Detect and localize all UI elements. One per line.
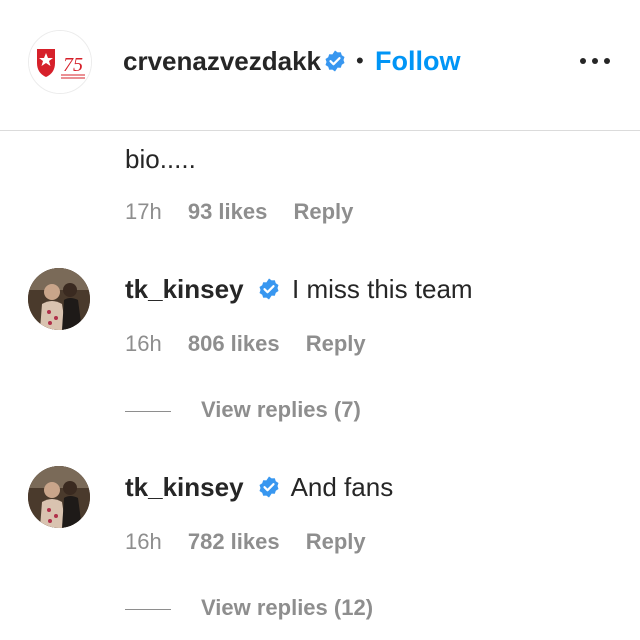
comment-body: I miss this team: [292, 274, 473, 304]
account-username[interactable]: crvenazvezdakk: [123, 44, 321, 78]
comment-likes[interactable]: 782 likes: [188, 529, 280, 554]
comment-time: 16h: [125, 331, 162, 356]
club-avatar[interactable]: 75: [28, 30, 92, 94]
comment-time: 17h: [125, 199, 162, 224]
avatar[interactable]: [28, 466, 90, 528]
reply-button[interactable]: Reply: [306, 529, 366, 554]
view-replies-label: View replies (7): [201, 397, 361, 422]
more-options-icon[interactable]: [580, 58, 610, 66]
comment-text: tk_kinsey And fans: [125, 470, 393, 504]
comments-screen: bio..... 17h 93 likes Reply tk_kinsey I …: [0, 0, 640, 640]
verified-badge-icon: [259, 278, 279, 300]
comment-body: bio.....: [125, 144, 196, 174]
comment-text: bio.....: [125, 142, 196, 176]
comment-body: And fans: [290, 472, 394, 502]
verified-badge-icon: [259, 476, 279, 498]
comment-meta: 17h 93 likes Reply: [125, 198, 373, 226]
follow-button[interactable]: Follow: [375, 44, 460, 78]
view-replies-button[interactable]: View replies (12): [125, 594, 373, 622]
comment-likes[interactable]: 93 likes: [188, 199, 268, 224]
reply-button[interactable]: Reply: [293, 199, 353, 224]
anniversary-number: 75: [63, 54, 83, 76]
comment-author[interactable]: tk_kinsey: [125, 274, 244, 304]
verified-badge-icon: [325, 50, 345, 72]
divider-line: [125, 410, 171, 412]
view-replies-button[interactable]: View replies (7): [125, 396, 361, 424]
comment-likes[interactable]: 806 likes: [188, 331, 280, 356]
comment-meta: 16h 806 likes Reply: [125, 330, 386, 358]
comment-meta: 16h 782 likes Reply: [125, 528, 386, 556]
avatar-photo: [28, 268, 90, 330]
club-logo-icon: 75: [29, 31, 91, 93]
avatar-photo: [28, 466, 90, 528]
avatar[interactable]: [28, 268, 90, 330]
post-header: 75 crvenazvezdakk • Follow: [0, 0, 640, 131]
divider-line: [125, 608, 171, 610]
comment-text: tk_kinsey I miss this team: [125, 272, 473, 306]
comment-time: 16h: [125, 529, 162, 554]
reply-button[interactable]: Reply: [306, 331, 366, 356]
separator-dot: •: [356, 48, 364, 73]
view-replies-label: View replies (12): [201, 595, 374, 620]
comment-author[interactable]: tk_kinsey: [125, 472, 244, 502]
